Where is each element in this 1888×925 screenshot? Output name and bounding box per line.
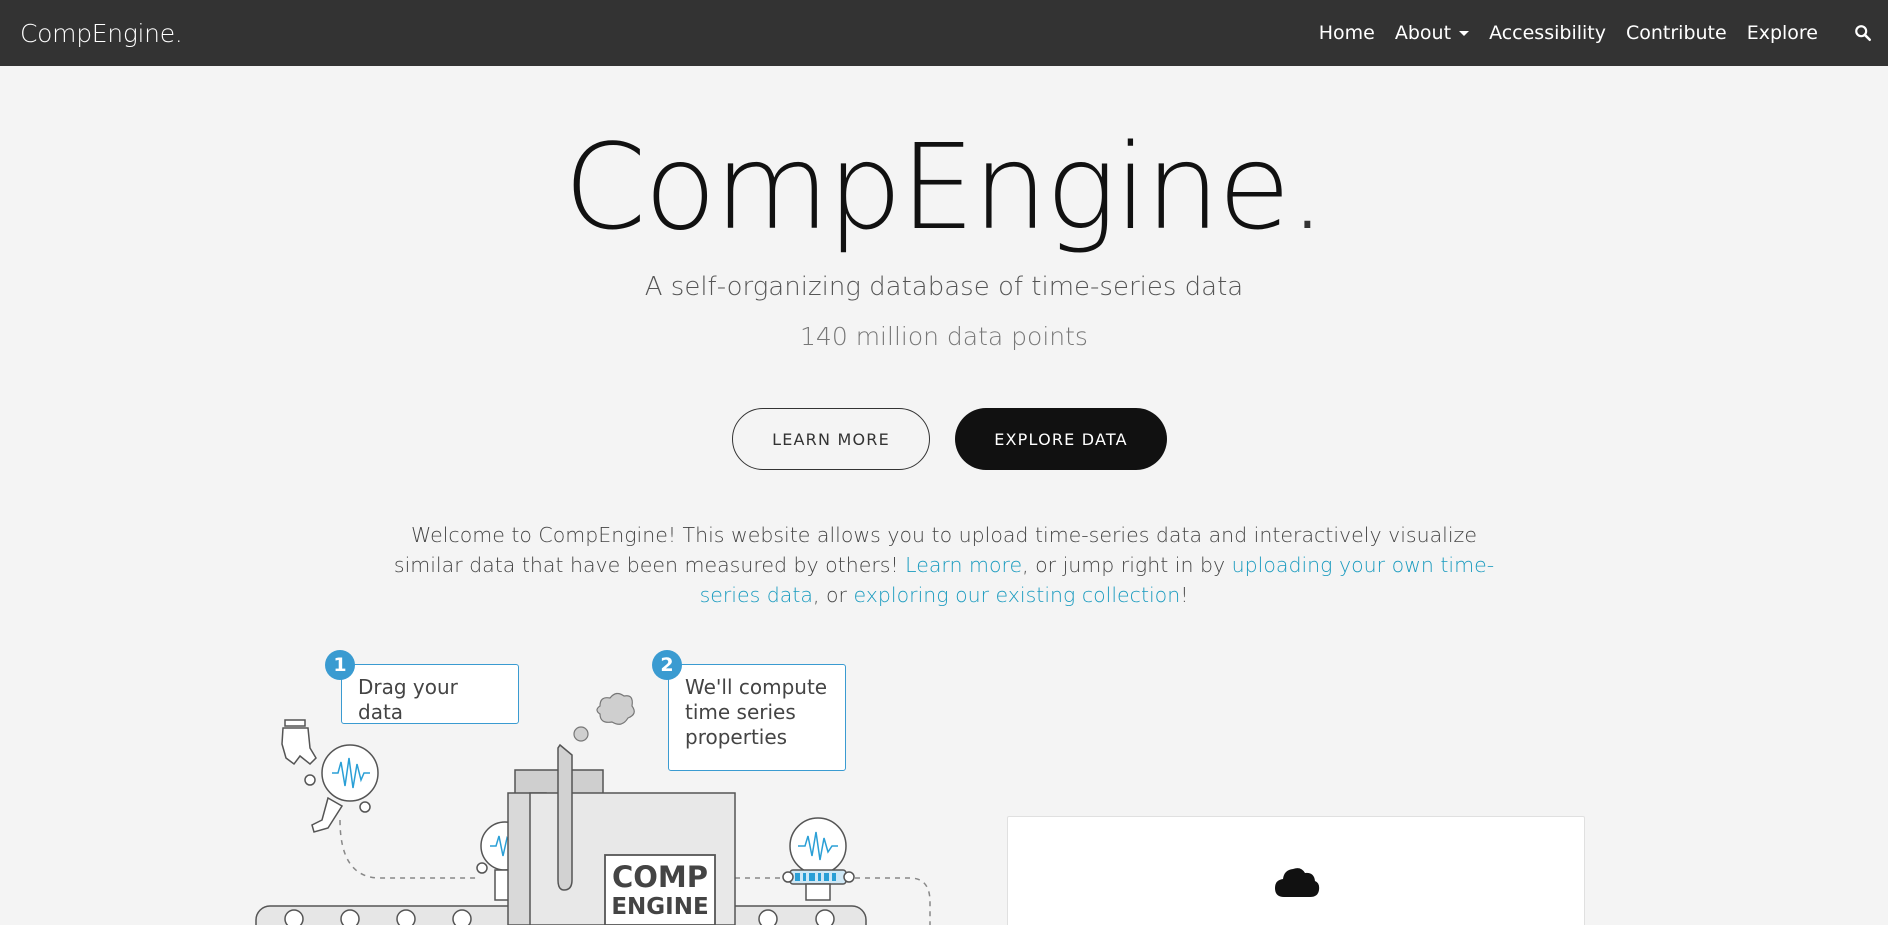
learn-more-link[interactable]: Learn more bbox=[905, 553, 1022, 577]
engine-label-line2: ENGINE bbox=[611, 894, 709, 920]
nav-explore[interactable]: Explore bbox=[1747, 22, 1818, 44]
engine-label-line1: COMP bbox=[611, 860, 709, 894]
step2-badge: 2 bbox=[652, 650, 682, 680]
brand-logo[interactable]: CompEngine. bbox=[20, 19, 183, 48]
nav-about[interactable]: About bbox=[1394, 22, 1470, 44]
process-illustration: Drag your data 1 We'll compute time seri… bbox=[250, 640, 950, 925]
cloud-icon bbox=[1275, 868, 1320, 897]
chevron-down-icon bbox=[1459, 31, 1470, 36]
step1-box: Drag your data bbox=[341, 664, 519, 724]
nav-contribute[interactable]: Contribute bbox=[1626, 22, 1727, 44]
tagline: A self-organizing database of time-serie… bbox=[644, 272, 1244, 302]
datapoints-count: 140 million data points bbox=[800, 322, 1088, 351]
welcome-text-2: , or jump right in by bbox=[1022, 553, 1232, 577]
step1-badge: 1 bbox=[325, 650, 355, 680]
hero-title-dot: . bbox=[1288, 118, 1326, 256]
welcome-text-4: ! bbox=[1180, 583, 1189, 607]
explore-data-button[interactable]: EXPLORE DATA bbox=[955, 408, 1167, 470]
step1-text: Drag your data bbox=[358, 675, 458, 724]
navbar: CompEngine. Home About Accessibility Con… bbox=[0, 0, 1888, 66]
nav-home[interactable]: Home bbox=[1319, 22, 1375, 44]
explore-collection-link[interactable]: exploring our existing collection bbox=[854, 583, 1181, 607]
nav-links: Home About Accessibility Contribute Expl… bbox=[1299, 22, 1872, 44]
search-icon[interactable] bbox=[1854, 24, 1872, 42]
upload-dropzone[interactable] bbox=[1007, 816, 1585, 925]
welcome-paragraph: Welcome to CompEngine! This website allo… bbox=[380, 520, 1508, 610]
step2-box: We'll compute time series properties bbox=[668, 664, 846, 771]
hero-title-text: CompEngine bbox=[563, 118, 1291, 256]
learn-more-button[interactable]: LEARN MORE bbox=[732, 408, 930, 470]
welcome-text-3: , or bbox=[812, 583, 854, 607]
step2-text: We'll compute time series properties bbox=[685, 675, 828, 749]
hero-title: CompEngine. bbox=[0, 128, 1888, 246]
nav-about-label: About bbox=[1394, 22, 1452, 44]
engine-label: COMP ENGINE bbox=[605, 862, 715, 922]
nav-accessibility[interactable]: Accessibility bbox=[1489, 22, 1606, 44]
